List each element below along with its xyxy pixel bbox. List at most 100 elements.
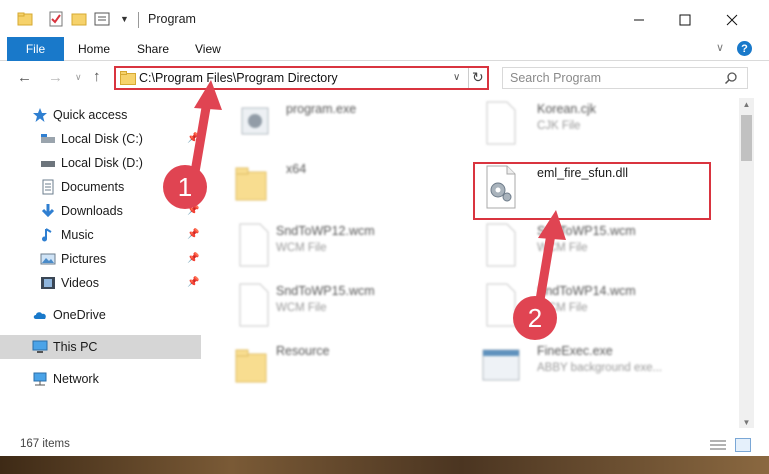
sidebar-item-label: Local Disk (C:) (61, 132, 143, 146)
recent-locations-chevron-icon[interactable]: ∨ (75, 72, 82, 83)
sidebar-item-label: This PC (53, 340, 98, 354)
sidebar-item-pictures[interactable]: Pictures 📌 (0, 247, 201, 271)
file-name: SndToWP15.wcm (537, 224, 636, 238)
scroll-up-icon[interactable]: ▲ (739, 100, 754, 109)
sidebar-item-local-disk-d[interactable]: Local Disk (D:) (0, 151, 201, 175)
documents-icon (42, 179, 54, 195)
folder-icon (235, 349, 267, 383)
file-type: ABBY background exe... (537, 362, 663, 374)
computer-icon (32, 340, 48, 353)
sidebar-item-videos[interactable]: Videos 📌 (0, 271, 201, 295)
sidebar-item-label: Videos (61, 276, 99, 290)
view-icon[interactable] (94, 11, 110, 27)
tab-file[interactable]: File (7, 37, 64, 61)
file-item[interactable]: SndToWP14.wcm WCM File (475, 280, 715, 336)
file-name: SndToWP15.wcm (276, 284, 375, 298)
details-view-icon[interactable] (710, 439, 726, 451)
address-path[interactable]: C:\Program Files\Program Directory (139, 71, 338, 85)
new-folder-icon[interactable] (71, 11, 87, 27)
vertical-scrollbar[interactable]: ▲ ▼ (739, 98, 754, 428)
file-item[interactable]: SndToWP15.wcm WCM File (228, 280, 468, 336)
folder-item[interactable]: x64 (228, 158, 468, 214)
properties-icon[interactable] (48, 11, 64, 27)
star-icon (33, 108, 47, 122)
app-icon (482, 349, 520, 381)
close-button[interactable] (720, 8, 744, 32)
expand-ribbon-icon[interactable]: ∨ (716, 41, 724, 54)
item-count: 167 items (20, 438, 70, 450)
sidebar-item-network[interactable]: Network (0, 367, 201, 391)
file-list: program.exe Korean.cjk CJK File x64 eml_… (212, 98, 737, 428)
tab-view[interactable]: View (195, 42, 221, 56)
forward-arrow-icon[interactable]: → (48, 69, 63, 86)
file-icon (239, 223, 269, 267)
sidebar-item-quick-access[interactable]: Quick access (0, 103, 201, 127)
search-icon[interactable] (724, 71, 738, 85)
desktop-background (0, 456, 769, 474)
status-bar: 167 items (0, 435, 769, 455)
file-type: WCM File (537, 302, 588, 314)
videos-icon (41, 277, 55, 289)
sidebar-item-label: Downloads (61, 204, 123, 218)
tab-share[interactable]: Share (137, 42, 169, 56)
pin-icon[interactable]: 📌 (187, 205, 199, 216)
target-file-highlight (473, 162, 711, 220)
title-separator (138, 12, 139, 28)
file-name: FineExec.exe (537, 344, 613, 358)
file-name: Korean.cjk (537, 102, 597, 116)
window-title: Program (148, 12, 196, 26)
file-name: x64 (286, 162, 307, 176)
up-arrow-icon[interactable]: ↑ (93, 68, 101, 85)
minimize-button[interactable] (627, 8, 651, 32)
sidebar-item-local-disk-c[interactable]: Local Disk (C:) 📌 (0, 127, 201, 151)
sidebar-item-music[interactable]: Music 📌 (0, 223, 201, 247)
maximize-button[interactable] (673, 8, 697, 32)
tab-home[interactable]: Home (78, 42, 110, 56)
file-type: WCM File (537, 242, 588, 254)
folder-item[interactable]: Resource (228, 340, 468, 396)
download-icon (41, 204, 55, 218)
sidebar-item-label: Music (61, 228, 94, 242)
title-bar: ▼ Program (0, 0, 769, 40)
scroll-thumb[interactable] (741, 115, 752, 161)
pictures-icon (40, 253, 56, 265)
file-type: WCM File (276, 242, 327, 254)
file-item[interactable]: SndToWP12.wcm WCM File (228, 220, 468, 276)
network-icon (33, 372, 47, 386)
chevron-down-icon[interactable]: ∨ (453, 72, 460, 83)
file-item[interactable]: program.exe (228, 98, 468, 154)
close-icon (726, 14, 738, 26)
pin-icon[interactable]: 📌 (187, 253, 199, 264)
music-icon (42, 228, 52, 242)
pin-icon[interactable]: 📌 (187, 277, 199, 288)
help-icon[interactable]: ? (737, 41, 752, 56)
file-item[interactable]: SndToWP15.wcm WCM File (475, 220, 715, 276)
refresh-icon[interactable]: ↻ (472, 69, 484, 86)
sidebar-item-this-pc[interactable]: This PC (0, 335, 201, 359)
drive-icon (41, 161, 55, 167)
sidebar-item-label: Pictures (61, 252, 107, 266)
explorer-window: ▼ Program File Home Share View ∨ ? ← → ∨… (0, 0, 769, 456)
file-type: WCM File (276, 302, 327, 314)
pin-icon[interactable]: 📌 (187, 133, 199, 144)
scroll-down-icon[interactable]: ▼ (739, 418, 754, 427)
folder-icon[interactable] (17, 11, 33, 27)
sidebar-item-onedrive[interactable]: OneDrive (0, 303, 201, 327)
file-type: CJK File (537, 120, 581, 132)
file-name: Resource (276, 344, 330, 358)
file-item[interactable]: Korean.cjk CJK File (475, 98, 715, 154)
sidebar-item-documents[interactable]: Documents (0, 175, 201, 199)
search-placeholder: Search Program (510, 71, 602, 85)
address-bar[interactable]: C:\Program Files\Program Directory ∨ ↻ (114, 66, 489, 90)
sidebar-item-downloads[interactable]: Downloads 📌 (0, 199, 201, 223)
large-icons-view-icon[interactable] (735, 438, 751, 452)
chevron-down-icon[interactable]: ▼ (120, 14, 130, 30)
pin-icon[interactable]: 📌 (187, 229, 199, 240)
sidebar-item-label: Network (53, 372, 99, 386)
navigation-pane: Quick access Local Disk (C:) 📌 Local Dis… (0, 98, 201, 428)
sidebar-item-label: Local Disk (D:) (61, 156, 143, 170)
file-icon (486, 101, 516, 145)
search-input[interactable]: Search Program (502, 67, 748, 89)
back-arrow-icon[interactable]: ← (17, 69, 32, 86)
file-item[interactable]: FineExec.exe ABBY background exe... (475, 340, 715, 396)
